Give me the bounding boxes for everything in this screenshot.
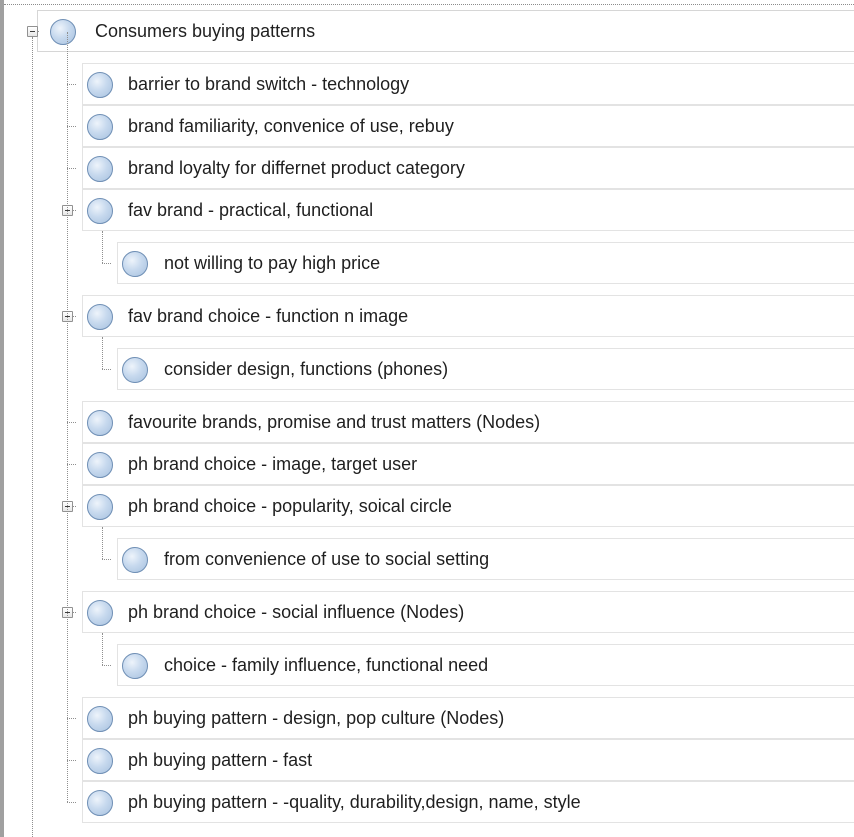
node-circle-icon [87, 600, 113, 626]
tree-node-child[interactable]: not willing to pay high price [117, 242, 854, 284]
node-circle-icon [87, 72, 113, 98]
node-label: brand loyalty for differnet product cate… [128, 158, 465, 178]
node-circle-icon [50, 19, 76, 45]
tree-node[interactable]: ph brand choice - image, target user [82, 443, 854, 485]
tree-node[interactable]: ph buying pattern - design, pop culture … [82, 697, 854, 739]
tree-connector-vertical [32, 37, 33, 837]
tree-node[interactable]: fav brand choice - function n image [82, 295, 854, 337]
tree-connector-horizontal [73, 210, 76, 211]
tree-connector-horizontal [73, 316, 76, 317]
tree-node-child[interactable]: choice - family influence, functional ne… [117, 644, 854, 686]
tree-connector-horizontal [73, 506, 76, 507]
node-circle-icon [87, 452, 113, 478]
node-label: ph brand choice - popularity, soical cir… [128, 496, 452, 516]
node-label: consider design, functions (phones) [164, 359, 449, 379]
node-circle-icon [87, 198, 113, 224]
tree-node[interactable]: barrier to brand switch - technology [82, 63, 854, 105]
node-tree-view[interactable]: Consumers buying patterns barrier to bran… [0, 0, 854, 837]
node-label: barrier to brand switch - technology [128, 74, 410, 94]
node-label: brand familiarity, convenice of use, reb… [128, 116, 454, 136]
tree-connector-vertical [102, 633, 103, 665]
node-circle-icon [87, 790, 113, 816]
node-label: ph buying pattern - design, pop culture … [128, 708, 505, 728]
node-label: fav brand - practical, functional [128, 200, 374, 220]
node-circle-icon [87, 114, 113, 140]
top-dotted-separator [4, 4, 854, 5]
tree-connector-vertical [102, 231, 103, 263]
tree-node[interactable]: brand familiarity, convenice of use, reb… [82, 105, 854, 147]
node-circle-icon [87, 706, 113, 732]
node-label: from convenience of use to social settin… [164, 549, 490, 569]
tree-connector-horizontal [102, 263, 111, 264]
tree-node-root[interactable]: Consumers buying patterns [37, 10, 854, 52]
node-label: favourite brands, promise and trust matt… [128, 412, 541, 432]
node-circle-icon [87, 494, 113, 520]
tree-connector-horizontal [67, 126, 76, 127]
node-circle-icon [122, 547, 148, 573]
node-label: choice - family influence, functional ne… [164, 655, 489, 675]
tree-node-child[interactable]: from convenience of use to social settin… [117, 538, 854, 580]
tree-connector-horizontal [102, 665, 111, 666]
tree-node[interactable]: ph buying pattern - fast [82, 739, 854, 781]
tree-connector-horizontal [102, 559, 111, 560]
tree-connector-horizontal [67, 422, 76, 423]
node-circle-icon [87, 156, 113, 182]
node-label: Consumers buying patterns [95, 21, 316, 41]
tree-connector-horizontal [67, 802, 76, 803]
tree-connector-horizontal [67, 464, 76, 465]
node-circle-icon [122, 357, 148, 383]
node-label: fav brand choice - function n image [128, 306, 409, 326]
tree-connector-horizontal [38, 31, 39, 32]
node-circle-icon [87, 410, 113, 436]
node-circle-icon [87, 748, 113, 774]
tree-node[interactable]: ph brand choice - popularity, soical cir… [82, 485, 854, 527]
tree-connector-vertical [102, 527, 103, 559]
node-circle-icon [87, 304, 113, 330]
tree-node[interactable]: brand loyalty for differnet product cate… [82, 147, 854, 189]
node-circle-icon [122, 653, 148, 679]
node-label: ph brand choice - image, target user [128, 454, 418, 474]
expand-collapse-toggle[interactable] [27, 26, 38, 37]
node-label: ph brand choice - social influence (Node… [128, 602, 465, 622]
left-panel-edge [0, 0, 4, 837]
node-label: not willing to pay high price [164, 253, 381, 273]
tree-connector-horizontal [67, 718, 76, 719]
tree-node[interactable]: ph buying pattern - -quality, durability… [82, 781, 854, 823]
tree-node[interactable]: ph brand choice - social influence (Node… [82, 591, 854, 633]
tree-connector-horizontal [102, 369, 111, 370]
tree-connector-horizontal [73, 612, 76, 613]
tree-connector-horizontal [67, 760, 76, 761]
tree-connector-horizontal [67, 84, 76, 85]
tree-node-child[interactable]: consider design, functions (phones) [117, 348, 854, 390]
tree-connector-horizontal [67, 168, 76, 169]
tree-node[interactable]: favourite brands, promise and trust matt… [82, 401, 854, 443]
tree-node[interactable]: fav brand - practical, functional [82, 189, 854, 231]
tree-connector-vertical [102, 337, 103, 369]
node-label: ph buying pattern - -quality, durability… [128, 792, 581, 812]
node-label: ph buying pattern - fast [128, 750, 313, 770]
node-circle-icon [122, 251, 148, 277]
tree-connector-vertical [67, 32, 68, 802]
